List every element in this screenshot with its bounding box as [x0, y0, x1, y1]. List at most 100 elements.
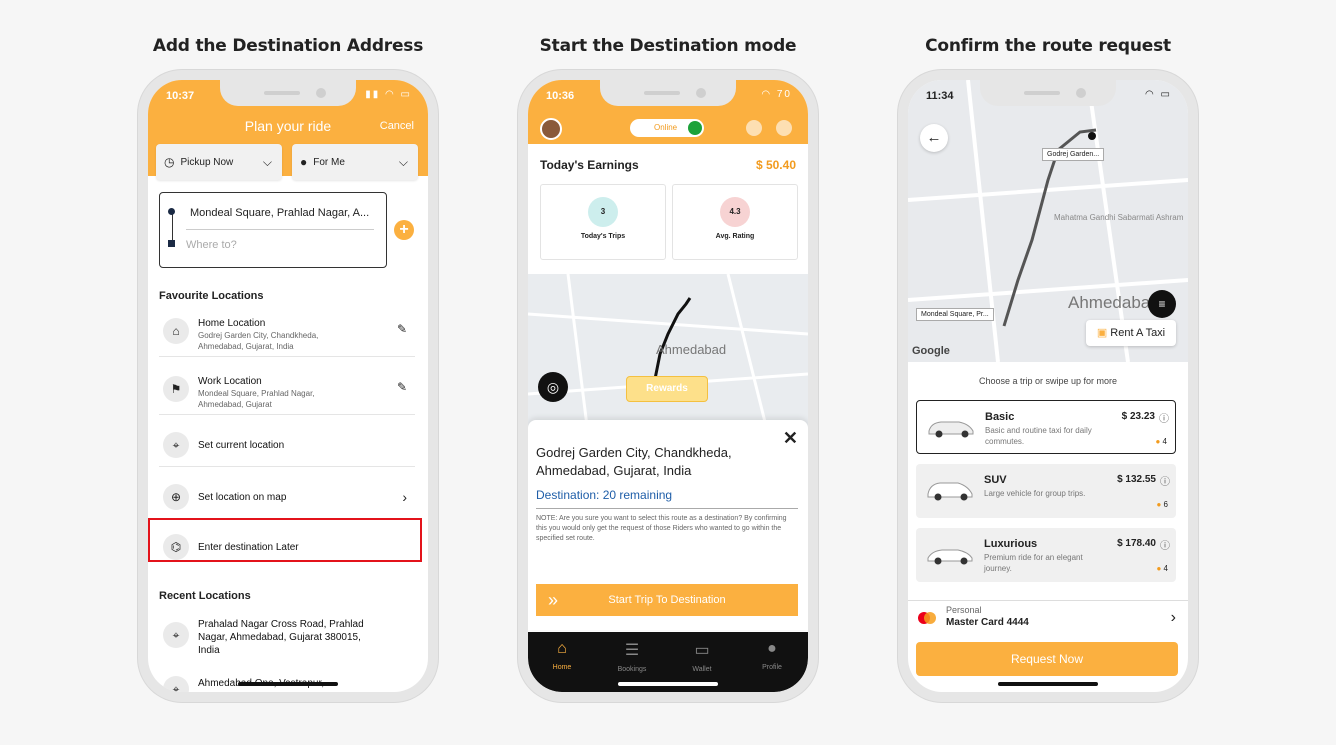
tab-profile-label: Profile: [762, 664, 782, 671]
ride-option-basic[interactable]: Basic Basic and routine taxi for daily c…: [916, 400, 1176, 454]
pickup-label: Pickup Now: [180, 156, 234, 168]
clock: 10:36: [546, 90, 575, 102]
tab-wallet-label: Wallet: [692, 666, 712, 673]
back-button[interactable]: ←: [920, 124, 948, 152]
recent-locations-title: Recent Locations: [159, 590, 251, 602]
google-logo: Google: [912, 345, 950, 357]
tab-home[interactable]: ⌂ Home: [532, 640, 592, 671]
ride-desc: Large vehicle for group trips.: [984, 489, 1086, 498]
start-trip-label: Start Trip To Destination: [608, 594, 726, 606]
person-icon: ●: [1156, 564, 1164, 573]
destination-pin-icon: [168, 240, 175, 247]
home-indicator: [618, 682, 718, 686]
tab-wallet[interactable]: ▭ Wallet: [672, 640, 732, 673]
payment-method[interactable]: Personal Master Card 4444 ›: [908, 600, 1188, 639]
notch: [980, 80, 1116, 106]
map[interactable]: Ahmedabad: [528, 274, 808, 434]
pickup-dropdown[interactable]: ◷ Pickup Now ⌵: [156, 144, 282, 180]
edit-icon[interactable]: ✎: [397, 322, 407, 336]
ride-desc: Premium ride for an elegant journey.: [984, 553, 1083, 573]
ride-option-suv[interactable]: SUV Large vehicle for group trips. $ 132…: [916, 464, 1176, 518]
for-me-dropdown[interactable]: ● For Me ⌵: [292, 144, 418, 180]
heading-1: Add the Destination Address: [152, 36, 424, 56]
work-subtitle: Mondeal Square, Prahlad Nagar, Ahmedabad…: [198, 389, 315, 409]
bell-icon[interactable]: [776, 120, 792, 136]
battery-icon: ◠ ▭: [1145, 89, 1172, 100]
tab-profile[interactable]: ● Profile: [742, 640, 802, 671]
ride-name: Luxurious: [984, 538, 1038, 550]
battery-icon: ◠ 70: [761, 89, 792, 100]
car-icon: ▣: [1096, 327, 1111, 339]
rent-taxi-button[interactable]: ▣ Rent A Taxi: [1086, 320, 1176, 346]
seats-count: 4: [1163, 564, 1168, 573]
trips-label: Today's Trips: [580, 233, 626, 240]
online-toggle[interactable]: Online: [630, 119, 704, 137]
origin-tag: Mondeal Square, Pr...: [916, 308, 994, 321]
double-chevron-icon: »: [548, 590, 559, 610]
chevron-down-icon: ⌵: [398, 154, 408, 169]
destination-tag: Godrej Garden...: [1042, 148, 1105, 161]
pay-card: Master Card 4444: [946, 617, 1029, 628]
edit-icon[interactable]: ✎: [397, 380, 407, 394]
profile-icon: ●: [767, 640, 777, 657]
request-now-button[interactable]: Request Now: [916, 642, 1178, 676]
destination-address: Godrej Garden City, Chandkheda, Ahmedaba…: [536, 445, 732, 478]
screen: Ahmedabad Mahatma Gandhi Sabarmati Ashra…: [908, 80, 1188, 692]
rewards-button[interactable]: Rewards: [626, 376, 708, 402]
notch: [220, 80, 356, 106]
list-item-current-location[interactable]: ⌖ Set current location: [159, 424, 415, 467]
add-stop-button[interactable]: +: [394, 220, 414, 240]
pickup-address-field[interactable]: Mondeal Square, Prahlad Nagar, A...: [190, 207, 376, 219]
divider: [536, 508, 798, 509]
seats: ● 4: [1156, 564, 1168, 573]
list-item-recent-2[interactable]: ⌖ Ahmedabad One, Vastrapur,: [159, 670, 415, 692]
work-icon: ⚑: [163, 376, 189, 402]
list-item-home[interactable]: ⌂ Home Location Godrej Garden City, Chan…: [159, 308, 415, 357]
rating-value: 4.3: [720, 197, 750, 227]
online-label: Online: [654, 123, 678, 132]
home-icon: ⌂: [557, 640, 567, 657]
forme-label: For Me: [313, 156, 345, 168]
avatar[interactable]: [540, 118, 562, 140]
cancel-button[interactable]: Cancel: [380, 120, 414, 132]
recenter-button[interactable]: ◎: [538, 372, 568, 402]
car-icon: [927, 482, 973, 501]
start-trip-button[interactable]: » Start Trip To Destination: [536, 584, 798, 616]
person-icon: ●: [1156, 500, 1164, 509]
list-item-set-on-map[interactable]: ⊕ Set location on map ›: [159, 476, 415, 519]
list-item-work[interactable]: ⚑ Work Location Mondeal Square, Prahlad …: [159, 366, 415, 415]
choose-trip-label: Choose a trip or swipe up for more: [978, 376, 1118, 386]
ride-desc: Basic and routine taxi for daily commute…: [985, 426, 1092, 446]
clock: 11:34: [926, 90, 954, 102]
info-icon[interactable]: ⓘ: [1160, 473, 1170, 488]
map-icon: ⊕: [163, 484, 189, 510]
list-item-recent-1[interactable]: ⌖ Prahalad Nagar Cross Road, Prahlad Nag…: [159, 608, 415, 668]
location-pin-icon: ⌖: [163, 432, 189, 458]
heading-2: Start the Destination mode: [539, 36, 797, 56]
map-city-label: Ahmedabad: [1068, 293, 1160, 312]
tab-bookings-label: Bookings: [617, 666, 647, 673]
where-to-input[interactable]: Where to?: [186, 239, 237, 251]
ride-name: Basic: [985, 411, 1015, 423]
clock: 10:37: [166, 90, 195, 102]
filter-icon[interactable]: ≡: [1148, 290, 1176, 318]
chevron-right-icon: ›: [402, 489, 407, 505]
note-text: NOTE: Are you sure you want to select th…: [536, 515, 787, 542]
car-icon: [927, 549, 973, 565]
list-icon: ☰: [624, 642, 640, 659]
route-line: [172, 211, 173, 243]
ride-option-luxurious[interactable]: Luxurious Premium ride for an elegant jo…: [916, 528, 1176, 582]
tab-bookings[interactable]: ☰ Bookings: [602, 640, 662, 673]
toggle-knob: [688, 121, 702, 135]
origin-pin-icon: [168, 208, 175, 215]
info-icon[interactable]: ⓘ: [1159, 410, 1169, 425]
location-pin-icon: ⌖: [163, 676, 189, 692]
rating-label: Avg. Rating: [715, 233, 755, 240]
map-city-label: Ahmedabad: [656, 342, 726, 357]
rating-card: 4.3 Avg. Rating: [672, 184, 798, 260]
close-icon[interactable]: ✕: [783, 428, 798, 449]
notification-icon[interactable]: [746, 120, 762, 136]
destination-remaining: Destination: 20 remaining: [536, 488, 673, 502]
pay-type: Personal: [946, 605, 982, 615]
info-icon[interactable]: ⓘ: [1160, 537, 1170, 552]
